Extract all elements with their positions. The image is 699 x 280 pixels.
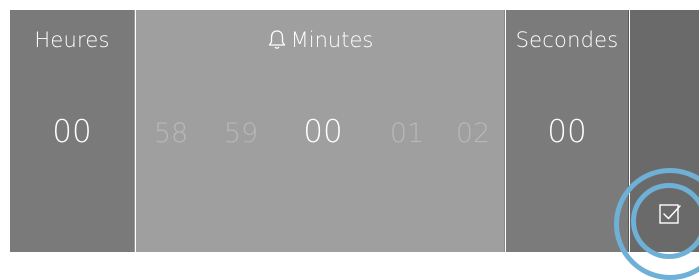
minute-option[interactable]: 59 xyxy=(211,118,271,149)
hours-column[interactable]: Heures 00 xyxy=(10,10,135,252)
minute-option[interactable]: 58 xyxy=(141,118,201,149)
checkbox-check-icon[interactable] xyxy=(655,200,685,230)
minute-option[interactable]: 01 xyxy=(377,118,437,149)
bell-icon xyxy=(268,30,285,49)
seconds-column[interactable]: Secondes 00 xyxy=(506,10,629,252)
seconds-value[interactable]: 00 xyxy=(506,114,628,150)
seconds-title: Secondes xyxy=(515,28,619,52)
minutes-title-label: Minutes xyxy=(290,28,374,52)
minutes-column[interactable]: Minutes 58 59 00 01 02 xyxy=(136,10,505,252)
hours-title: Heures xyxy=(34,28,110,52)
minute-option[interactable]: 02 xyxy=(443,118,503,149)
minutes-title: Minutes xyxy=(136,28,504,52)
hours-value[interactable]: 00 xyxy=(10,114,134,150)
minute-option-selected[interactable]: 00 xyxy=(293,114,353,150)
